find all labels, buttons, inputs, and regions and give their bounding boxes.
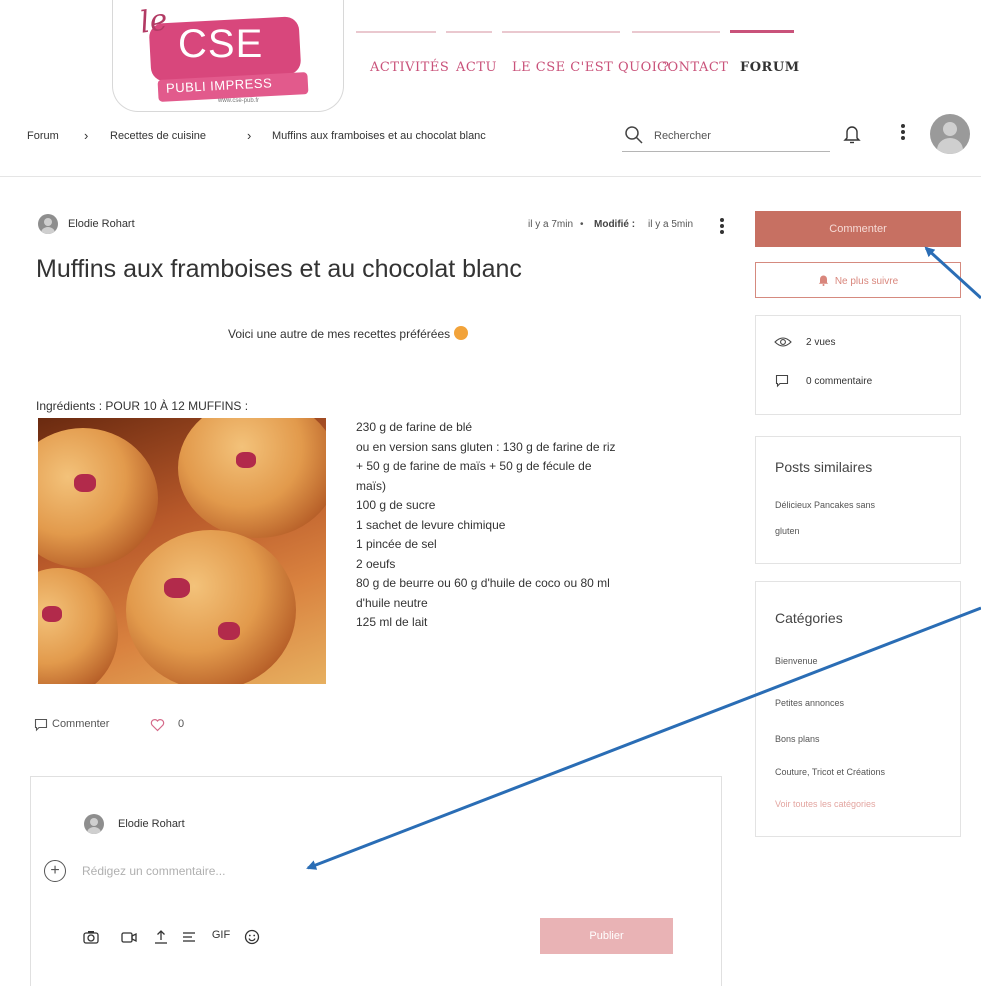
muffin-shape [38, 568, 118, 684]
ingredient-line: 1 pincée de sel [356, 537, 437, 551]
more-options-icon[interactable] [898, 122, 908, 144]
search-input[interactable] [654, 127, 824, 145]
search-icon [625, 126, 643, 144]
similar-posts-heading: Posts similaires [775, 459, 873, 475]
all-categories-link[interactable]: Voir toutes les catégories [775, 799, 876, 809]
ingredient-line: d'huile neutre [356, 595, 428, 610]
ingredient-line: 100 g de sucre [356, 498, 436, 512]
comments-count: 0 commentaire [806, 376, 873, 387]
post-author[interactable]: Elodie Rohart [68, 218, 135, 230]
header-divider [0, 176, 981, 177]
smiley-emoji-icon [454, 326, 469, 340]
category-link[interactable]: Bienvenue [775, 656, 818, 666]
breadcrumb-current: Muffins aux framboises et au chocolat bl… [272, 130, 486, 142]
nav-forum[interactable]: FORUM [740, 60, 800, 75]
comment-count-icon [775, 374, 789, 388]
ingredients-list: 230 g de farine de blé ou en version san… [356, 418, 726, 633]
modified-time: il y a 5min [648, 219, 694, 230]
logo-le: le [137, 2, 170, 41]
raspberry-shape [74, 474, 96, 492]
like-count: 0 [178, 718, 185, 730]
meta-separator: • [580, 219, 584, 230]
logo-url: www.cse-pub.fr [218, 98, 260, 104]
raspberry-shape [218, 622, 240, 640]
nav-underline [502, 31, 620, 33]
ingredient-line: ou en version sans gluten : 130 g de far… [356, 439, 616, 454]
raspberry-shape [236, 452, 256, 468]
post-intro-text: Voici une autre de mes recettes préférée… [228, 327, 451, 341]
breadcrumb-forum[interactable]: Forum [27, 130, 59, 142]
user-avatar[interactable] [930, 114, 970, 154]
nav-underline [446, 31, 492, 33]
ingredient-line: + 50 g de farine de maïs + 50 g de fécul… [356, 459, 592, 473]
post-options-icon[interactable] [717, 216, 727, 236]
ingredient-line: 2 oeufs [356, 556, 396, 571]
muffin-shape [38, 428, 158, 568]
gif-button[interactable]: GIF [208, 929, 234, 947]
eye-icon [774, 337, 792, 347]
post-intro: Voici une autre de mes recettes préférée… [228, 326, 469, 341]
bell-icon[interactable] [843, 124, 861, 144]
muffin-shape [178, 418, 326, 538]
category-link[interactable]: Couture, Tricot et Créations [775, 767, 885, 777]
ingredient-line: 1 sachet de levure chimique [356, 517, 506, 532]
plus-icon[interactable]: + [44, 860, 66, 882]
bell-filled-icon [818, 275, 829, 286]
modified-label: Modifié : [594, 219, 636, 230]
nav-underline [632, 31, 720, 33]
category-link[interactable]: Bons plans [775, 734, 820, 744]
muffin-photo [38, 418, 326, 684]
stats-card [755, 315, 961, 415]
nav-activites[interactable]: ACTIVITÉS [370, 60, 449, 75]
nav-actu[interactable]: ACTU [456, 60, 497, 75]
categories-heading: Catégories [775, 610, 843, 626]
search-bar[interactable] [622, 118, 830, 152]
post-time: il y a 7min [528, 219, 574, 230]
ingredient-line: 80 g de beurre ou 60 g d'huile de coco o… [356, 576, 610, 590]
post-title: Muffins aux framboises et au chocolat bl… [36, 255, 522, 283]
publish-button[interactable]: Publier [540, 918, 673, 954]
similar-post-link[interactable]: Délicieux Pancakes sans [775, 500, 875, 510]
similar-post-link-cont[interactable]: gluten [775, 526, 800, 536]
nav-contact[interactable]: CONTACT [657, 60, 728, 75]
heart-icon[interactable] [150, 718, 165, 732]
ingredient-line: 125 ml de lait [356, 615, 428, 629]
chevron-right-icon: › [247, 128, 252, 143]
emoji-icon[interactable] [243, 928, 261, 946]
list-icon[interactable] [180, 928, 198, 946]
muffin-shape [126, 530, 296, 684]
ingredients-heading: Ingrédients : POUR 10 À 12 MUFFINS : [36, 399, 249, 413]
raspberry-shape [42, 606, 62, 622]
breadcrumb-category[interactable]: Recettes de cuisine [110, 130, 206, 142]
comment-action[interactable]: Commenter [52, 718, 109, 730]
camera-icon[interactable] [82, 928, 100, 946]
composer-avatar [84, 814, 104, 834]
comment-button[interactable]: Commenter [755, 211, 961, 247]
comment-input[interactable] [82, 860, 502, 882]
composer-author: Elodie Rohart [118, 818, 185, 830]
category-link[interactable]: Petites annonces [775, 698, 844, 708]
logo-cse[interactable]: CSE [178, 22, 263, 67]
ingredient-line: maïs) [356, 478, 386, 493]
unfollow-button[interactable]: Ne plus suivre [755, 262, 961, 298]
upload-icon[interactable] [152, 928, 170, 946]
chevron-right-icon: › [84, 128, 89, 143]
comment-icon[interactable] [34, 718, 48, 732]
nav-le-cse[interactable]: LE CSE C'EST QUOI ? [512, 60, 669, 75]
raspberry-shape [164, 578, 190, 598]
views-count: 2 vues [806, 337, 836, 348]
nav-underline [356, 31, 436, 33]
nav-active-indicator [730, 30, 794, 33]
video-icon[interactable] [120, 928, 138, 946]
unfollow-label: Ne plus suivre [834, 275, 899, 287]
ingredient-line: 230 g de farine de blé [356, 420, 473, 434]
author-avatar[interactable] [38, 214, 58, 234]
